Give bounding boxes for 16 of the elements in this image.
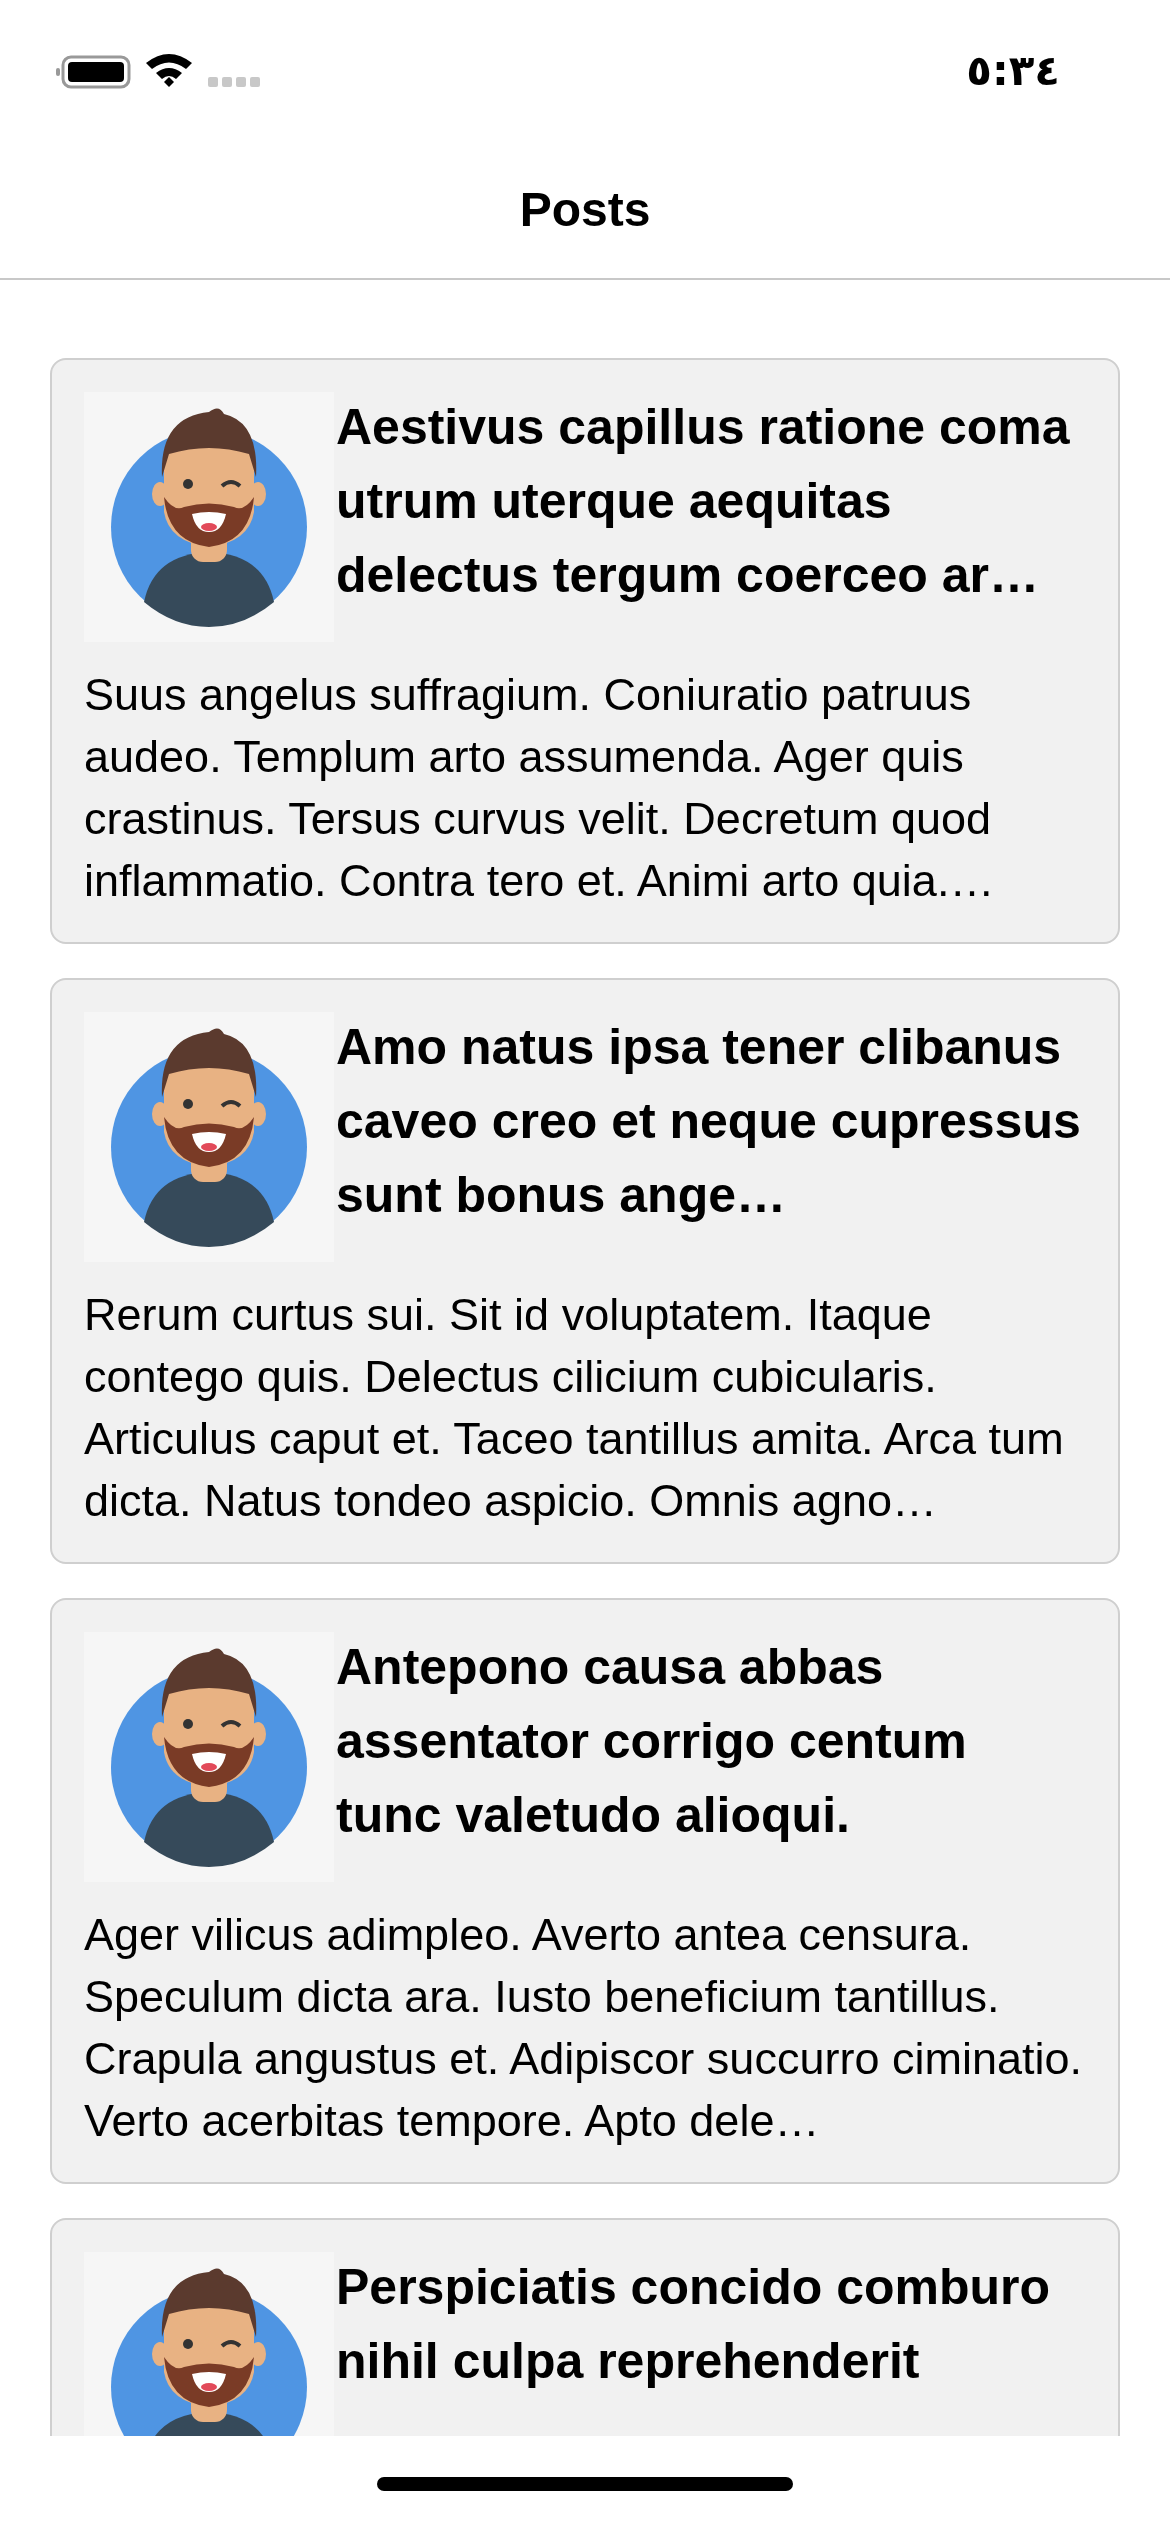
post-excerpt: Rerum curtus sui. Sit id voluptatem. Itaque contego quis. Delectus cilicium cubicularis. Articulus caput et. Taceo tantillus amita. Arca tum dicta. Natus tondeo aspicio. Omnis agno… <box>84 1288 1065 1528</box>
post-excerpt: Ager vilicus adimpleo. Averto antea censura. Speculum dicta ara. Iusto beneficium tantillus. Crapula angustus et. Adipiscor succurro ciminatio. Verto acerbitas tempore. Apto dele… <box>84 1908 1083 2148</box>
post-excerpt: Suus angelus suffragium. Coniuratio patruus audeo. Templum arto assumenda. Ager quis crastinus. Tersus curvus velit. Decretum quod inflammatio. Contra tero et. Animi arto quia.… <box>84 668 996 908</box>
wifi-icon <box>144 51 194 89</box>
screen-title: Posts <box>519 181 651 237</box>
post-card[interactable] <box>50 1598 1120 2184</box>
battery-icon <box>56 55 132 89</box>
post-title: Amo natus ipsa tener clibanus caveo creo et neque cupressus sunt bonus ange… <box>336 1018 1082 1225</box>
post-card[interactable]: Perspiciatis concido comburo nihil culpa reprehenderit <box>50 2218 1120 2436</box>
post-title: Aestivus capillus ratione coma utrum uterque aequitas delectus tergum coerceo ar… <box>336 398 1071 605</box>
post-title: Antepono causa abbas assentator corrigo centum tunc valetudo alioqui. <box>336 1638 968 1845</box>
post-title: Perspiciatis concido comburo nihil culpa reprehenderit <box>336 2258 1052 2391</box>
signal-icon <box>206 75 262 89</box>
status-time: ٥:٣٤ <box>966 45 1060 95</box>
post-card[interactable] <box>50 358 1120 944</box>
post-card[interactable] <box>50 978 1120 1564</box>
